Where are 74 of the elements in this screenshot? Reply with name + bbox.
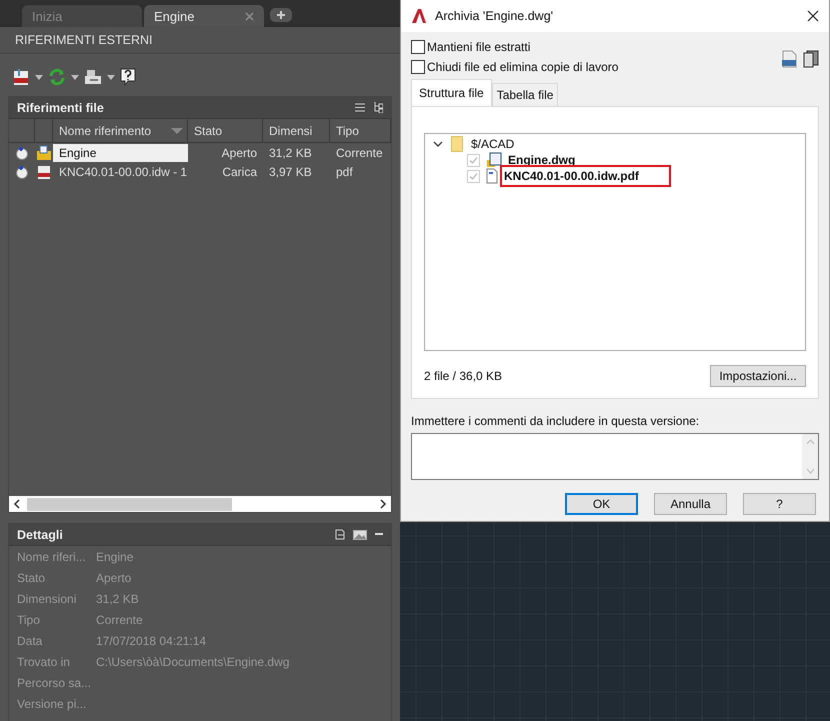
tree-view-icon[interactable] (373, 102, 383, 113)
attach-pdf-icon[interactable] (12, 68, 30, 86)
dialog-button[interactable]: Annulla (654, 493, 727, 515)
detail-label: Trovato in (17, 654, 71, 668)
drawing-file-icon (486, 152, 502, 168)
table-cell-text: pdf (335, 164, 354, 181)
table-cell-text: Corrente (335, 145, 384, 162)
detail-label: Nome riferi... (17, 550, 87, 564)
chevron-icon[interactable] (433, 140, 443, 148)
dialog-button[interactable]: OK (565, 493, 638, 515)
file-summary: 2 file / 36,0 KB (424, 369, 502, 383)
detail-value: Engine (96, 550, 134, 564)
caret-icon[interactable] (35, 74, 43, 80)
horizontal-scrollbar[interactable] (9, 496, 391, 512)
table-cell-text: KNC40.01-00.00.idw - 1 (58, 164, 188, 181)
table-cell: Engine (53, 144, 188, 162)
app-logo-icon (411, 8, 427, 24)
column-header[interactable]: Stato (188, 119, 263, 142)
tab[interactable]: Struttura file (411, 79, 492, 106)
dialog-button[interactable]: ? (743, 493, 816, 515)
settings-button[interactable]: Impostazioni... (710, 365, 806, 387)
pdf-file-icon (37, 164, 51, 180)
image-icon[interactable] (353, 530, 367, 540)
refresh-icon[interactable] (48, 68, 66, 86)
close-icon[interactable] (807, 10, 819, 22)
detail-label: Stato (17, 570, 46, 584)
scroll-right-icon[interactable] (379, 499, 387, 509)
window-title: Archivia 'Engine.dwg' (435, 9, 554, 23)
detail-value: 31,2 KB (96, 592, 139, 606)
panel-title: Dettagli (17, 528, 64, 542)
list-view-icon[interactable] (355, 103, 365, 112)
document-icon[interactable] (335, 529, 345, 540)
detail-value: C:\Users\òà\Documents\Engine.dwg (96, 654, 290, 668)
new-tab-icon[interactable] (270, 8, 292, 22)
scroll-thumb[interactable] (27, 498, 232, 510)
table-cell-text: Carica (221, 164, 258, 181)
tree-item[interactable]: KNC40.01-00.00.idw.pdf (500, 165, 671, 187)
detail-label: Dimensioni (17, 592, 78, 606)
checkbox[interactable] (411, 60, 425, 74)
scroll-left-icon[interactable] (13, 499, 21, 509)
table-cell-text: 3,97 KB (268, 164, 313, 181)
table-cell-text: Aperto (220, 145, 258, 162)
column-header[interactable]: Tipo (330, 119, 391, 142)
detail-value: 17/07/2018 04:21:14 (96, 634, 206, 648)
pdf-file-icon (486, 168, 498, 184)
help-icon[interactable] (120, 68, 136, 86)
tab[interactable]: Tabella file (492, 83, 558, 106)
detail-label: Tipo (17, 612, 41, 626)
drawing-file-icon (36, 145, 52, 161)
status-dot-icon (15, 146, 29, 160)
column-header[interactable]: Nome riferimento (53, 119, 188, 142)
caret-icon[interactable] (107, 74, 115, 80)
panel-title: Riferimenti file (17, 100, 105, 114)
printer-icon[interactable] (84, 68, 102, 86)
status-dot-icon (15, 165, 29, 179)
comment-label: Immettere i commenti da includere in questa versione: (411, 414, 700, 428)
caret-icon[interactable] (71, 74, 79, 80)
checkbox-label[interactable]: Chiudi file ed elimina copie di lavoro (427, 60, 618, 74)
reference-row[interactable]: KNC40.01-00.00.idw - 1 Carica 3,97 KB pdf (9, 163, 391, 181)
detail-label: Percorso sa... (17, 676, 92, 690)
checkbox-label[interactable]: Mantieni file estratti (427, 40, 530, 54)
detail-value: Corrente (96, 612, 143, 626)
document-tab[interactable]: Engine (144, 5, 264, 27)
detail-value: Aperto (96, 570, 132, 584)
detail-label: Data (17, 634, 44, 648)
folder-icon (451, 136, 463, 152)
column-header[interactable]: Dimensi (263, 119, 330, 142)
table-cell-text: 31,2 KB (268, 145, 313, 162)
reference-row[interactable]: Engine Aperto 31,2 KB Corrente (9, 144, 391, 162)
sort-icon (171, 128, 183, 134)
minimize-icon[interactable] (375, 533, 383, 536)
checkbox[interactable] (411, 40, 425, 54)
detail-label: Versione pi... (17, 696, 88, 710)
tree-item[interactable]: $/ACAD (471, 137, 514, 151)
